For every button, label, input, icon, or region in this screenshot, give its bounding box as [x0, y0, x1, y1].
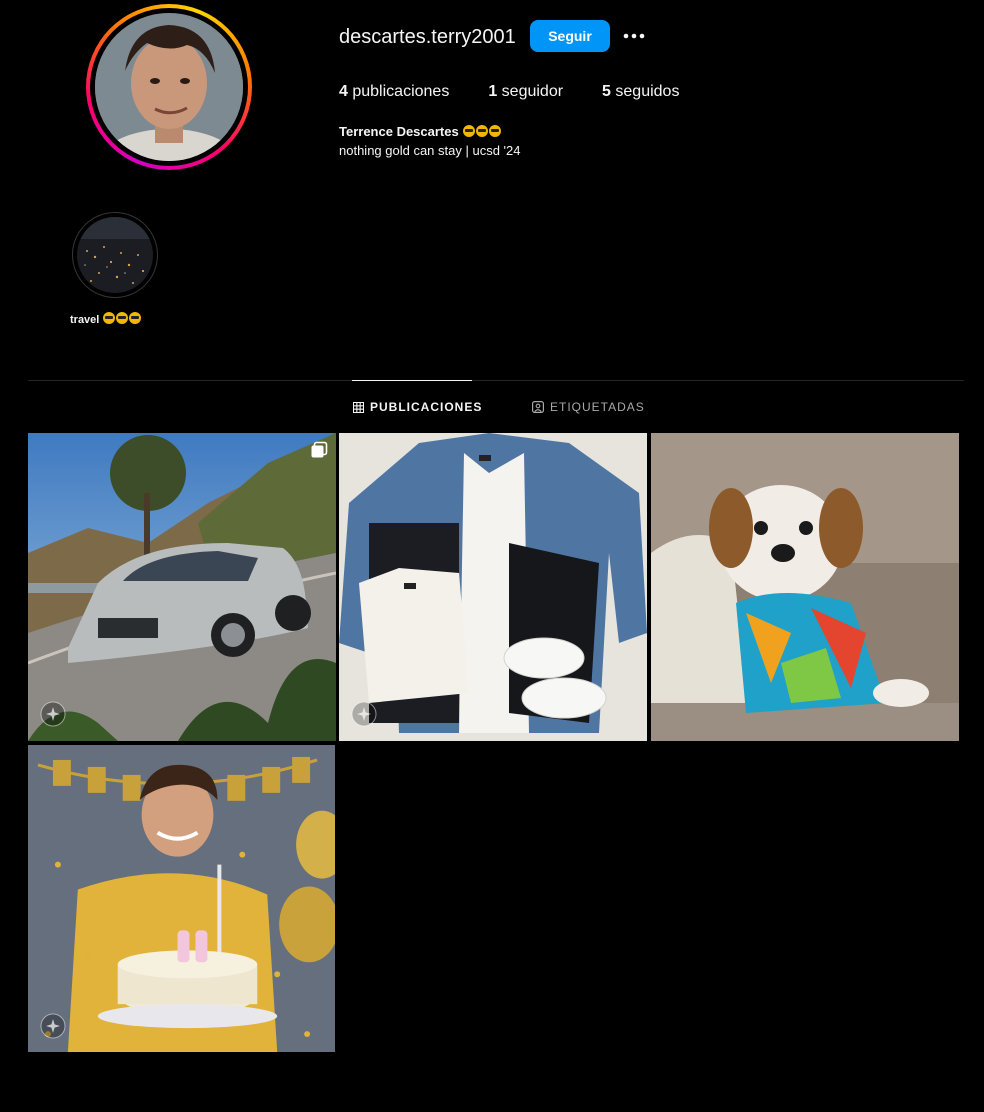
post-thumbnail-dog[interactable] [651, 433, 959, 741]
following-count: 5 [602, 83, 611, 100]
followers-count: 1 [488, 83, 498, 100]
sunglasses-emoji-icon [102, 312, 142, 326]
profile-full-name-row: Terrence Descartes [339, 124, 502, 139]
more-horizontal-icon [623, 33, 645, 39]
post-image-dog [651, 433, 959, 741]
followers-label: seguidor [501, 83, 564, 100]
carousel-multiple-icon [311, 441, 328, 458]
nerd-face-emoji-icon [462, 124, 502, 139]
highlight-label: travel [70, 314, 100, 326]
post-image-birthday [28, 745, 335, 1052]
following-stat[interactable]: 5 seguidos [602, 83, 679, 101]
ai-info-icon [40, 701, 66, 727]
tab-posts[interactable]: PUBLICACIONES [353, 400, 482, 414]
post-image-outfit [339, 433, 647, 741]
highlight-cover-image [77, 217, 153, 293]
avatar-photo [95, 13, 243, 161]
ai-info-icon [40, 1013, 66, 1039]
tagged-user-icon [532, 401, 544, 413]
post-thumbnail-birthday[interactable] [28, 745, 336, 1053]
tab-posts-label: PUBLICACIONES [370, 400, 483, 414]
grid-icon [353, 401, 364, 413]
highlight-ring [72, 212, 158, 298]
highlight-label-row: travel [70, 312, 158, 326]
following-label: seguidos [615, 83, 680, 100]
profile-avatar-story-ring[interactable] [86, 4, 252, 170]
story-highlight-travel[interactable]: travel [70, 212, 158, 326]
profile-stats: 4 publicaciones 1 seguidor 5 seguidos [339, 83, 718, 101]
ai-info-icon [351, 701, 377, 727]
posts-count: 4 [339, 83, 348, 100]
posts-count-stat: 4 publicaciones [339, 83, 449, 101]
post-image-car [28, 433, 336, 741]
post-thumbnail-car[interactable] [28, 433, 336, 741]
profile-username: descartes.terry2001 [339, 26, 516, 48]
more-options-button[interactable] [620, 22, 650, 50]
follow-button[interactable]: Seguir [530, 20, 610, 52]
posts-label: publicaciones [352, 83, 450, 100]
tab-tagged-label: ETIQUETADAS [550, 400, 645, 414]
profile-bio: nothing gold can stay | ucsd '24 [339, 143, 521, 158]
post-thumbnail-outfit[interactable] [339, 433, 647, 741]
tabs-divider [28, 380, 964, 381]
avatar-ring-gap [90, 8, 248, 166]
avatar[interactable] [95, 13, 243, 161]
active-tab-indicator [352, 380, 472, 381]
profile-full-name: Terrence Descartes [339, 124, 459, 139]
tab-tagged[interactable]: ETIQUETADAS [532, 400, 645, 414]
followers-stat[interactable]: 1 seguidor [488, 83, 563, 101]
